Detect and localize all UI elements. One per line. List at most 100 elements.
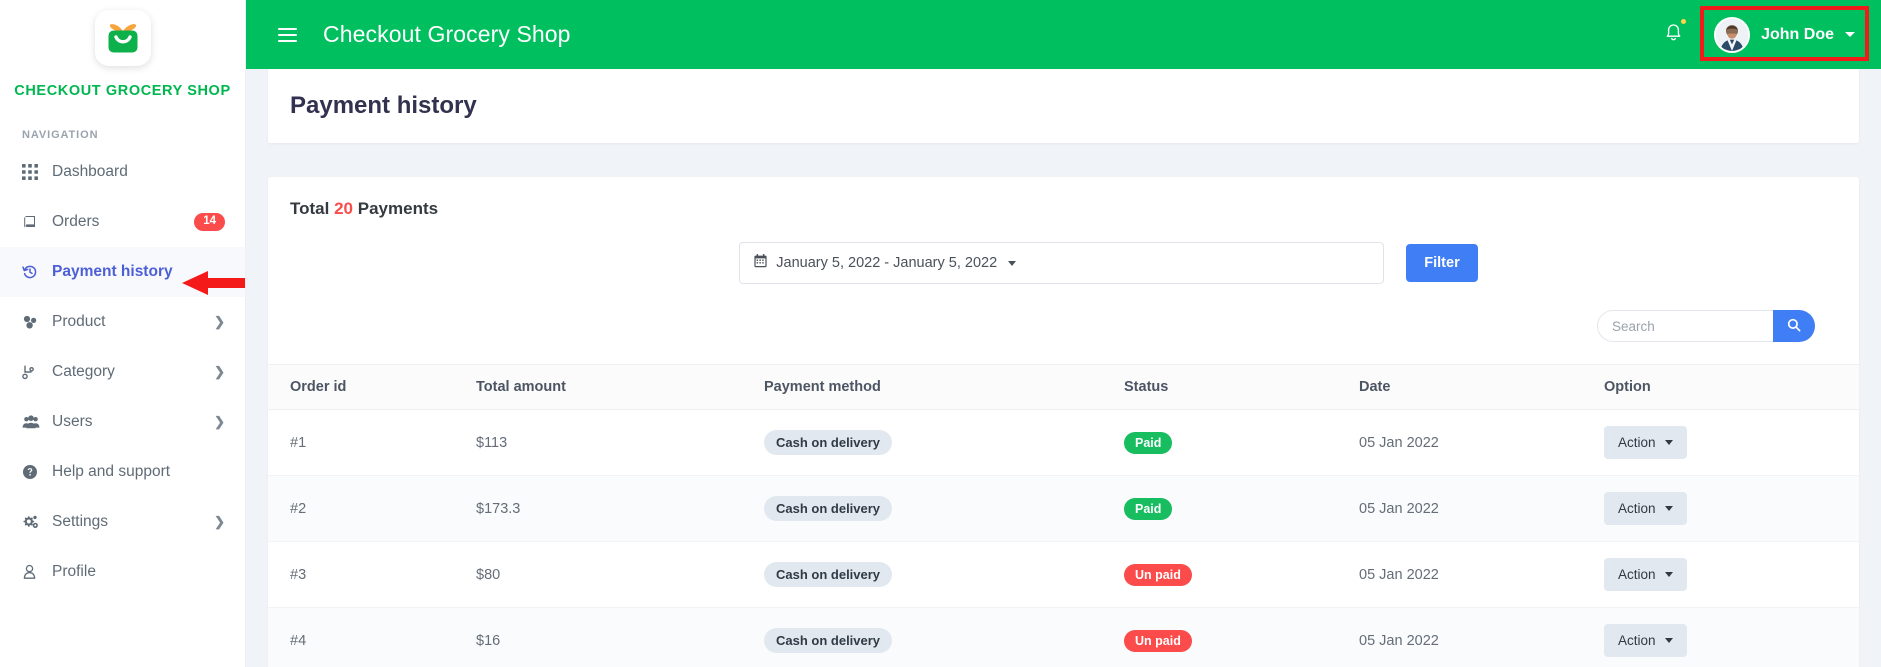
- column-header-total-amount: Total amount: [476, 364, 764, 410]
- caret-down-icon: [1008, 260, 1017, 266]
- filter-row: January 5, 2022 - January 5, 2022 Filter: [290, 242, 1837, 284]
- search-row: [290, 284, 1837, 342]
- cell-option: Action: [1604, 409, 1859, 476]
- sidebar-item-profile[interactable]: Profile: [0, 547, 245, 597]
- sidebar-item-settings[interactable]: Settings ❯: [0, 497, 245, 547]
- sidebar-item-label: Profile: [52, 563, 96, 580]
- top-bar: Checkout Grocery Shop John Doe: [246, 0, 1881, 69]
- total-prefix: Total: [290, 199, 330, 218]
- chevron-right-icon: ❯: [214, 514, 225, 529]
- cell-status: Paid: [1124, 475, 1359, 542]
- payment-history-card: Total 20 Payments January 5, 2022 - Janu…: [268, 177, 1859, 667]
- brand-block: CHECKOUT GROCERY SHOP: [0, 0, 245, 99]
- cell-date: 05 Jan 2022: [1359, 607, 1604, 667]
- table-row: #4 $16 Cash on delivery Un paid 05 Jan 2022 A…: [268, 607, 1859, 667]
- app-title: Checkout Grocery Shop: [323, 21, 571, 47]
- cell-status: Paid: [1124, 409, 1359, 476]
- total-suffix: Payments: [357, 199, 439, 218]
- cell-total-amount: $16: [476, 607, 764, 667]
- search-icon: [1787, 318, 1801, 335]
- payment-method-badge: Cash on delivery: [764, 496, 893, 521]
- column-header-order-id: Order id: [268, 364, 476, 410]
- sidebar-item-users[interactable]: Users ❯: [0, 397, 245, 447]
- sidebar-item-label: Help and support: [52, 463, 171, 480]
- cell-payment-method: Cash on delivery: [764, 607, 1124, 667]
- user-menu[interactable]: John Doe: [1710, 14, 1859, 56]
- payment-method-badge: Cash on delivery: [764, 562, 893, 587]
- cell-total-amount: $80: [476, 541, 764, 608]
- sidebar-item-payment-history[interactable]: Payment history: [0, 247, 245, 297]
- sidebar-item-label: Dashboard: [52, 163, 128, 180]
- column-header-status: Status: [1124, 364, 1359, 410]
- sidebar-item-product[interactable]: Product ❯: [0, 297, 245, 347]
- sidebar-item-category[interactable]: Category ❯: [0, 347, 245, 397]
- filter-button[interactable]: Filter: [1406, 244, 1478, 282]
- calendar-icon: [754, 253, 767, 273]
- cell-order-id: #4: [268, 607, 476, 667]
- question-icon: [22, 464, 52, 480]
- table-head: Order id Total amount Payment method Sta…: [268, 364, 1859, 410]
- sidebar-item-orders[interactable]: Orders 14: [0, 197, 245, 247]
- cell-option: Action: [1604, 607, 1859, 667]
- sidebar-item-label: Category: [52, 363, 115, 380]
- status-badge: Paid: [1124, 431, 1173, 454]
- user-icon: [22, 564, 52, 580]
- cell-option: Action: [1604, 541, 1859, 608]
- sidebar-item-label: Settings: [52, 513, 109, 530]
- grocery-bag-logo: [94, 10, 151, 66]
- date-range-picker[interactable]: January 5, 2022 - January 5, 2022: [739, 242, 1385, 284]
- user-avatar: [1714, 16, 1751, 53]
- topbar-right: John Doe: [1659, 14, 1859, 56]
- cell-date: 05 Jan 2022: [1359, 541, 1604, 608]
- column-header-date: Date: [1359, 364, 1604, 410]
- search-button[interactable]: [1773, 310, 1815, 342]
- sidebar-item-label: Users: [52, 413, 93, 430]
- caret-down-icon: [1664, 572, 1673, 577]
- action-dropdown-button[interactable]: Action: [1604, 624, 1687, 657]
- bell-icon: [1663, 24, 1684, 47]
- caret-down-icon: [1845, 32, 1855, 37]
- action-label: Action: [1618, 501, 1656, 516]
- cell-status: Un paid: [1124, 607, 1359, 667]
- chevron-right-icon: ❯: [214, 314, 225, 329]
- cell-order-id: #3: [268, 541, 476, 608]
- status-badge: Paid: [1124, 497, 1173, 520]
- search-box: [1597, 310, 1815, 342]
- payment-method-badge: Cash on delivery: [764, 628, 893, 653]
- cell-date: 05 Jan 2022: [1359, 475, 1604, 542]
- gears-icon: [22, 514, 52, 530]
- cell-total-amount: $113: [476, 409, 764, 476]
- card-top-section: Total 20 Payments January 5, 2022 - Janu…: [268, 177, 1859, 342]
- caret-down-icon: [1664, 440, 1673, 445]
- cell-payment-method: Cash on delivery: [764, 409, 1124, 476]
- cell-order-id: #1: [268, 409, 476, 476]
- cell-date: 05 Jan 2022: [1359, 409, 1604, 476]
- sidebar-item-label: Orders: [52, 213, 100, 230]
- column-header-payment-method: Payment method: [764, 364, 1124, 410]
- hamburger-icon[interactable]: [278, 27, 297, 42]
- total-payments-label: Total 20 Payments: [290, 199, 1837, 219]
- cell-payment-method: Cash on delivery: [764, 475, 1124, 542]
- status-badge: Un paid: [1124, 629, 1192, 652]
- status-badge: Un paid: [1124, 563, 1192, 586]
- action-dropdown-button[interactable]: Action: [1604, 492, 1687, 525]
- chevron-right-icon: ❯: [214, 364, 225, 379]
- payment-method-badge: Cash on delivery: [764, 430, 893, 455]
- table-row: #2 $173.3 Cash on delivery Paid 05 Jan 2022 A…: [268, 475, 1859, 542]
- cubes-icon: [22, 314, 52, 330]
- brand-name: CHECKOUT GROCERY SHOP: [14, 83, 231, 99]
- caret-down-icon: [1664, 506, 1673, 511]
- table-row: #3 $80 Cash on delivery Un paid 05 Jan 2022 A…: [268, 541, 1859, 608]
- action-dropdown-button[interactable]: Action: [1604, 558, 1687, 591]
- page-header-card: Payment history: [268, 69, 1859, 143]
- notifications-button[interactable]: [1659, 17, 1688, 52]
- payments-table: Order id Total amount Payment method Sta…: [268, 364, 1859, 667]
- page-title: Payment history: [290, 92, 477, 119]
- search-input[interactable]: [1597, 310, 1773, 342]
- table-row: #1 $113 Cash on delivery Paid 05 Jan 2022 Act…: [268, 409, 1859, 476]
- action-dropdown-button[interactable]: Action: [1604, 426, 1687, 459]
- sidebar-item-dashboard[interactable]: Dashboard: [0, 147, 245, 197]
- sidebar-item-label: Product: [52, 313, 106, 330]
- total-count: 20: [334, 199, 354, 218]
- sidebar-item-help-and-support[interactable]: Help and support: [0, 447, 245, 497]
